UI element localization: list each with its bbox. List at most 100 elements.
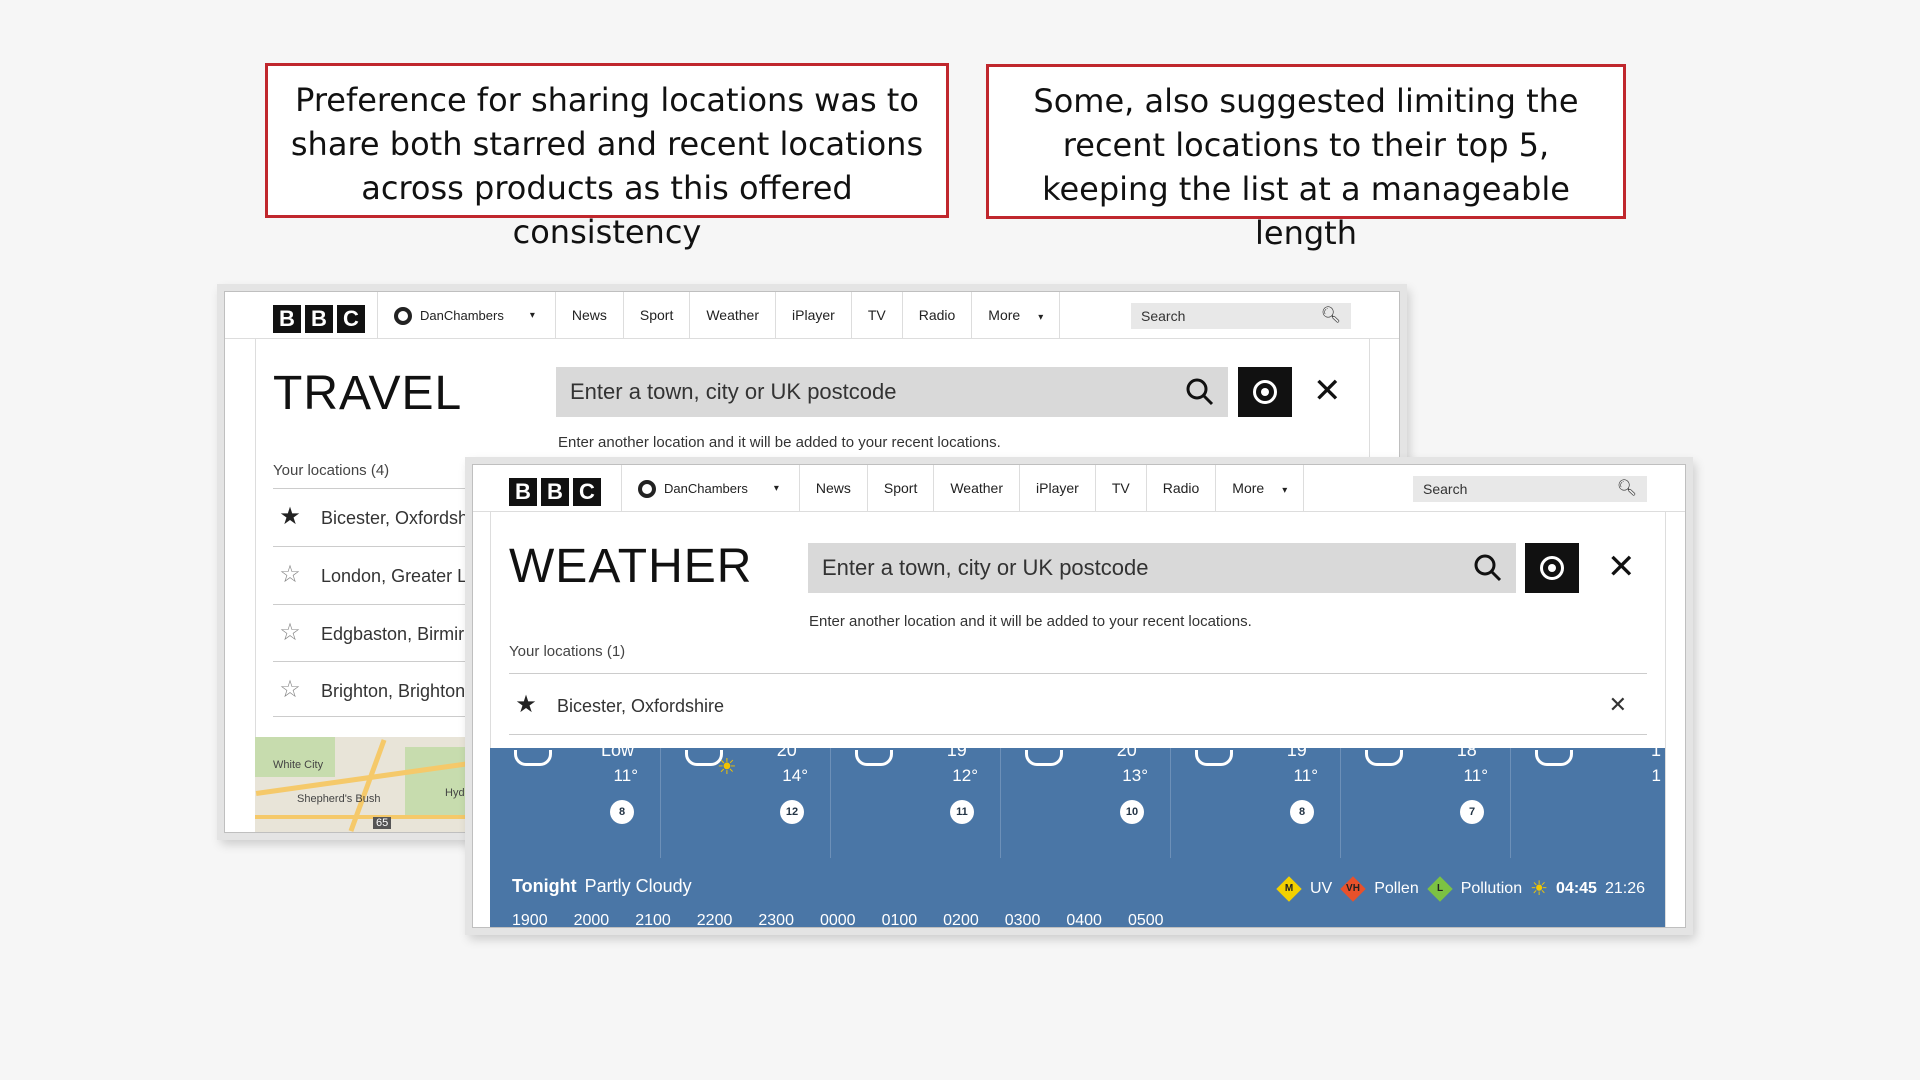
search-input[interactable]: Search 🔍︎ [1413, 476, 1647, 502]
account-menu[interactable]: DanChambers ▾ [377, 292, 555, 339]
forecast-day[interactable]: ☀ 20° 14° 12 [660, 740, 830, 858]
search-icon[interactable]: 🔍︎ [1321, 303, 1341, 329]
location-name: Bicester, Oxfordshire [557, 696, 725, 716]
hour-label[interactable]: 2000 [574, 912, 610, 927]
map-park [255, 737, 335, 777]
star-outline-icon[interactable]: ☆ [273, 547, 307, 603]
star-filled-icon[interactable]: ★ [273, 489, 307, 545]
nav-more[interactable]: More ▾ [1215, 465, 1305, 512]
location-hint: Enter another location and it will be ad… [809, 613, 1252, 630]
account-menu[interactable]: DanChambers ▾ [621, 465, 799, 512]
forecast-high: 20° [776, 740, 804, 760]
user-icon [638, 479, 656, 498]
search-icon[interactable] [1184, 376, 1216, 408]
location-placeholder: Enter a town, city or UK postcode [822, 555, 1149, 580]
account-name: DanChambers [420, 308, 504, 323]
hour-label[interactable]: 0500 [1128, 912, 1164, 927]
nav-news[interactable]: News [798, 465, 867, 512]
hour-label[interactable]: 0000 [820, 912, 856, 927]
star-outline-icon[interactable]: ☆ [273, 662, 307, 718]
nav-weather[interactable]: Weather [689, 292, 775, 339]
nav-tv[interactable]: TV [850, 292, 902, 339]
search-icon[interactable]: 🔍︎ [1617, 476, 1637, 502]
bbc-logo[interactable]: B B C [509, 478, 601, 506]
forecast-low: 1 [1651, 766, 1661, 785]
locate-me-button[interactable] [1238, 367, 1292, 417]
page-title: TRAVEL [273, 367, 463, 420]
location-name: Brighton, Brighton [321, 681, 466, 701]
close-icon[interactable]: ✕ [1607, 550, 1636, 584]
forecast-high: 18° [1456, 740, 1484, 760]
nav-iplayer[interactable]: iPlayer [1019, 465, 1095, 512]
map-label: White City [273, 759, 324, 771]
forecast-day[interactable]: Low 11° 8 [490, 740, 660, 858]
location-search-input[interactable]: Enter a town, city or UK postcode [808, 543, 1516, 593]
hour-label[interactable]: 0100 [882, 912, 918, 927]
forecast-day[interactable]: 18° 11° 7 [1340, 740, 1510, 858]
hour-label[interactable]: 1900 [512, 912, 548, 927]
forecast-day[interactable]: 20° 13° 10 [1000, 740, 1170, 858]
search-icon[interactable] [1472, 552, 1504, 584]
uv-label[interactable]: UV [1310, 880, 1332, 898]
forecast-day[interactable]: 19° 12° 11 [830, 740, 1000, 858]
nav-iplayer[interactable]: iPlayer [775, 292, 851, 339]
gps-icon [1540, 556, 1564, 580]
pollen-badge-icon: VH [1340, 875, 1366, 902]
nav-tv[interactable]: TV [1094, 465, 1146, 512]
hourly-timeline: 1900 2000 2100 2200 2300 0000 0100 0200 … [512, 912, 1164, 927]
account-name: DanChambers [664, 481, 748, 496]
location-search-input[interactable]: Enter a town, city or UK postcode [556, 367, 1228, 417]
chevron-down-icon: ▾ [529, 310, 535, 321]
page-title: WEATHER [509, 540, 753, 593]
sun-icon: ☀ [717, 754, 737, 779]
remove-location-icon[interactable]: ✕ [1609, 674, 1627, 736]
location-hint: Enter another location and it will be ad… [558, 434, 1001, 451]
bbc-logo[interactable]: B B C [273, 305, 365, 333]
forecast-high: Low [600, 740, 634, 760]
hour-label[interactable]: 2200 [697, 912, 733, 927]
forecast-low: 12° [952, 766, 978, 785]
sunset-time: 21:26 [1604, 879, 1645, 897]
sunrise-time: 04:45 [1556, 879, 1597, 897]
wind-speed-icon: 11 [950, 800, 974, 824]
hour-label[interactable]: 2100 [635, 912, 671, 927]
hour-label[interactable]: 2300 [758, 912, 794, 927]
hour-label[interactable]: 0400 [1066, 912, 1102, 927]
nav-sport[interactable]: Sport [866, 465, 933, 512]
close-icon[interactable]: ✕ [1313, 374, 1342, 408]
location-row[interactable]: ★ Bicester, Oxfordshire ✕ [509, 673, 1647, 735]
hour-label[interactable]: 0300 [1005, 912, 1041, 927]
logo-letter: B [509, 478, 537, 506]
nav-more[interactable]: More ▾ [971, 292, 1061, 339]
nav-radio[interactable]: Radio [901, 292, 972, 339]
map-label: Shepherd's Bush [297, 793, 381, 805]
callout-top-five: Some, also suggested limiting the recent… [986, 64, 1626, 252]
forecast-high: 20° [1116, 740, 1144, 760]
locate-me-button[interactable] [1525, 543, 1579, 593]
top-nav-bar: B B C DanChambers ▾ News Sport Weather i… [473, 465, 1685, 512]
search-input[interactable]: Search 🔍︎ [1131, 303, 1351, 329]
map-preview[interactable]: White City Shepherd's Bush Hyde 65 [255, 737, 485, 832]
forecast-high: 1 [1650, 740, 1661, 760]
pollution-label[interactable]: Pollution [1461, 880, 1522, 898]
wind-speed-icon: 7 [1460, 800, 1484, 824]
star-outline-icon[interactable]: ☆ [273, 605, 307, 661]
chevron-down-icon: ▾ [1282, 485, 1288, 496]
nav-more-label: More [1232, 480, 1265, 496]
forecast-day[interactable]: 1 1 [1510, 740, 1665, 858]
forecast-day[interactable]: 19° 11° 8 [1170, 740, 1340, 858]
top-nav-bar: B B C DanChambers ▾ News Sport Weather i… [225, 292, 1399, 339]
nav-weather[interactable]: Weather [933, 465, 1019, 512]
nav-news[interactable]: News [554, 292, 623, 339]
nav-radio[interactable]: Radio [1145, 465, 1216, 512]
star-filled-icon[interactable]: ★ [509, 674, 543, 736]
nav-sport[interactable]: Sport [622, 292, 689, 339]
pollen-label[interactable]: Pollen [1374, 880, 1418, 898]
content-border [1665, 512, 1666, 927]
pollen-level: VH [1346, 882, 1361, 894]
hour-label[interactable]: 0200 [943, 912, 979, 927]
forecast-low: 14° [782, 766, 808, 785]
cloud-icon [855, 750, 893, 766]
uv-level: M [1284, 882, 1294, 894]
forecast-high: 19° [1286, 740, 1314, 760]
